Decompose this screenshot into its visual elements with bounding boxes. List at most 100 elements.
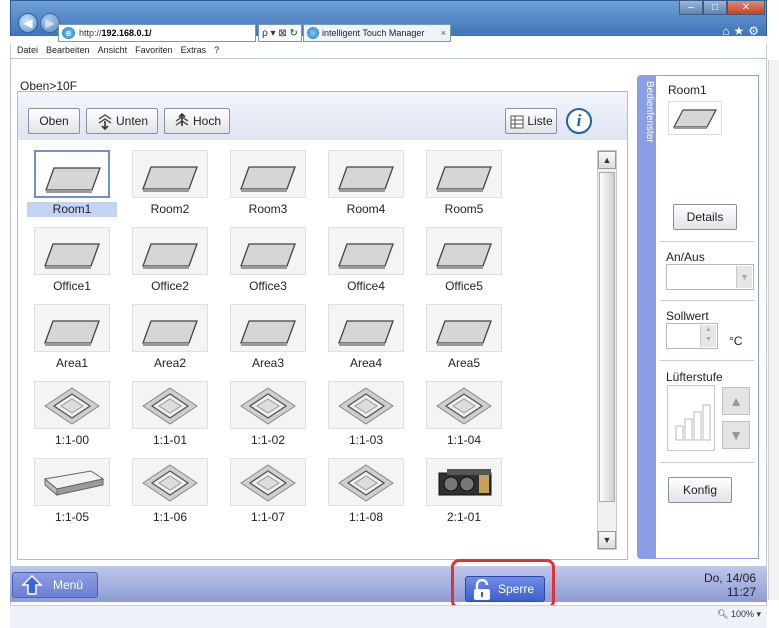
unit-label[interactable]: Office1 (27, 279, 117, 294)
unit-label[interactable]: 2:1-01 (419, 510, 509, 525)
unit-label[interactable]: Office2 (125, 279, 215, 294)
unit-label[interactable]: Room3 (223, 202, 313, 217)
unit-label[interactable]: 1:1-05 (27, 510, 117, 525)
unit-tile[interactable] (132, 150, 208, 198)
menu-bearbeiten[interactable]: Bearbeiten (46, 45, 90, 55)
liste-button[interactable]: Liste (505, 108, 557, 134)
fan-down-button[interactable]: ▼ (722, 421, 750, 449)
onoff-label: An/Aus (666, 250, 705, 264)
address-bar[interactable]: e http://192.168.0.1/ (58, 24, 256, 42)
unit-tile[interactable] (132, 227, 208, 275)
unit-tile[interactable] (426, 150, 502, 198)
unit-label[interactable]: Area1 (27, 356, 117, 371)
unit-tile[interactable] (34, 304, 110, 352)
settings-gear-icon[interactable]: ⚙ (748, 24, 763, 38)
unit-tile[interactable] (426, 458, 502, 506)
scroll-down-arrow-icon[interactable]: ▼ (598, 531, 616, 549)
zoom-control[interactable]: 🔍︎ 100% ▾ (717, 609, 761, 620)
info-button[interactable]: i (566, 108, 592, 134)
cassette-unit-icon (240, 464, 296, 502)
status-bar (10, 566, 767, 602)
unit-tile[interactable] (132, 304, 208, 352)
unit-tile[interactable] (230, 150, 306, 198)
unit-tile[interactable] (328, 458, 404, 506)
unit-label[interactable]: Office4 (321, 279, 411, 294)
unit-tile[interactable] (426, 381, 502, 429)
unit-tile[interactable] (230, 458, 306, 506)
menu-favoriten[interactable]: Favoriten (135, 45, 173, 55)
unit-label[interactable]: Room2 (125, 202, 215, 217)
unit-label[interactable]: 1:1-02 (223, 433, 313, 448)
unit-label[interactable]: Area3 (223, 356, 313, 371)
back-button[interactable]: ◀ (18, 13, 38, 33)
browser-tab[interactable]: intelligent Touch Manager × (303, 24, 451, 42)
unit-label[interactable]: 1:1-06 (125, 510, 215, 525)
menu-ansicht[interactable]: Ansicht (98, 45, 128, 55)
cassette-unit-icon (436, 387, 492, 425)
unit-tile[interactable] (34, 227, 110, 275)
unit-tile[interactable] (34, 381, 110, 429)
unit-tile[interactable] (34, 150, 110, 198)
unten-button[interactable]: Unten (86, 108, 158, 134)
side-divider (660, 241, 754, 242)
menu-help[interactable]: ? (214, 45, 219, 55)
favorites-star-icon[interactable]: ★ (733, 24, 748, 38)
unit-label[interactable]: Area2 (125, 356, 215, 371)
unit-tile[interactable] (426, 304, 502, 352)
onoff-dropdown[interactable]: ▼ (666, 264, 754, 290)
unit-label[interactable]: Office3 (223, 279, 313, 294)
konfig-button[interactable]: Konfig (668, 477, 732, 503)
fan-up-button[interactable]: ▲ (722, 387, 750, 415)
unit-label[interactable]: 1:1-01 (125, 433, 215, 448)
unit-label[interactable]: 1:1-04 (419, 433, 509, 448)
scroll-up-arrow-icon[interactable]: ▲ (598, 151, 616, 169)
unit-label[interactable]: 1:1-03 (321, 433, 411, 448)
address-controls[interactable]: ρ ▾ ⊠ ↻ ✕ (258, 24, 302, 57)
unit-tile[interactable] (328, 227, 404, 275)
unit-label[interactable]: Area5 (419, 356, 509, 371)
menu-datei[interactable]: Datei (17, 45, 38, 55)
unit-label[interactable]: Area4 (321, 356, 411, 371)
unit-label[interactable]: 1:1-08 (321, 510, 411, 525)
unit-tile[interactable] (132, 458, 208, 506)
side-divider (660, 300, 754, 301)
unit-tile[interactable] (328, 381, 404, 429)
tab-close-icon[interactable]: × (441, 25, 446, 41)
minimize-button[interactable]: – (679, 0, 703, 15)
unit-tile[interactable] (34, 458, 110, 506)
cassette-unit-icon (240, 387, 296, 425)
scroll-thumb[interactable] (599, 172, 615, 502)
forward-button[interactable]: ▶ (40, 13, 60, 33)
stepper-arrows-icon[interactable]: ▲ ▼ (700, 325, 716, 347)
home-icon[interactable]: ⌂ (722, 24, 733, 38)
highlight-box (451, 559, 555, 609)
unit-label[interactable]: Room4 (321, 202, 411, 217)
menu-button[interactable]: Menü (12, 572, 98, 598)
browser-menu-bar: Datei Bearbeiten Ansicht Favoriten Extras? (10, 43, 767, 58)
unit-tile[interactable] (132, 381, 208, 429)
hoch-label: Hoch (192, 114, 221, 128)
unit-tile[interactable] (230, 381, 306, 429)
unit-label[interactable]: Room1 (27, 202, 117, 217)
unit-tile[interactable] (328, 304, 404, 352)
unit-label[interactable]: Room5 (419, 202, 509, 217)
close-window-button[interactable]: ✕ (727, 0, 765, 15)
page-scrollbar[interactable] (768, 60, 779, 600)
unit-tile[interactable] (230, 304, 306, 352)
clock-date: Do, 14/06 (703, 571, 756, 585)
unit-tile[interactable] (328, 150, 404, 198)
selected-unit-thumbnail (668, 101, 722, 135)
side-panel-tab[interactable]: Bedienfenster (637, 75, 655, 559)
menu-extras[interactable]: Extras (181, 45, 207, 55)
hoch-button[interactable]: Hoch (164, 108, 230, 134)
ceiling-panel-icon (240, 166, 296, 192)
unit-tile[interactable] (426, 227, 502, 275)
maximize-button[interactable]: □ (703, 0, 727, 15)
details-button[interactable]: Details (673, 204, 737, 230)
setpoint-stepper[interactable]: ▲ ▼ (666, 323, 718, 349)
oben-button[interactable]: Oben (28, 108, 80, 134)
unit-label[interactable]: 1:1-07 (223, 510, 313, 525)
unit-tile[interactable] (230, 227, 306, 275)
unit-label[interactable]: 1:1-00 (27, 433, 117, 448)
unit-label[interactable]: Office5 (419, 279, 509, 294)
